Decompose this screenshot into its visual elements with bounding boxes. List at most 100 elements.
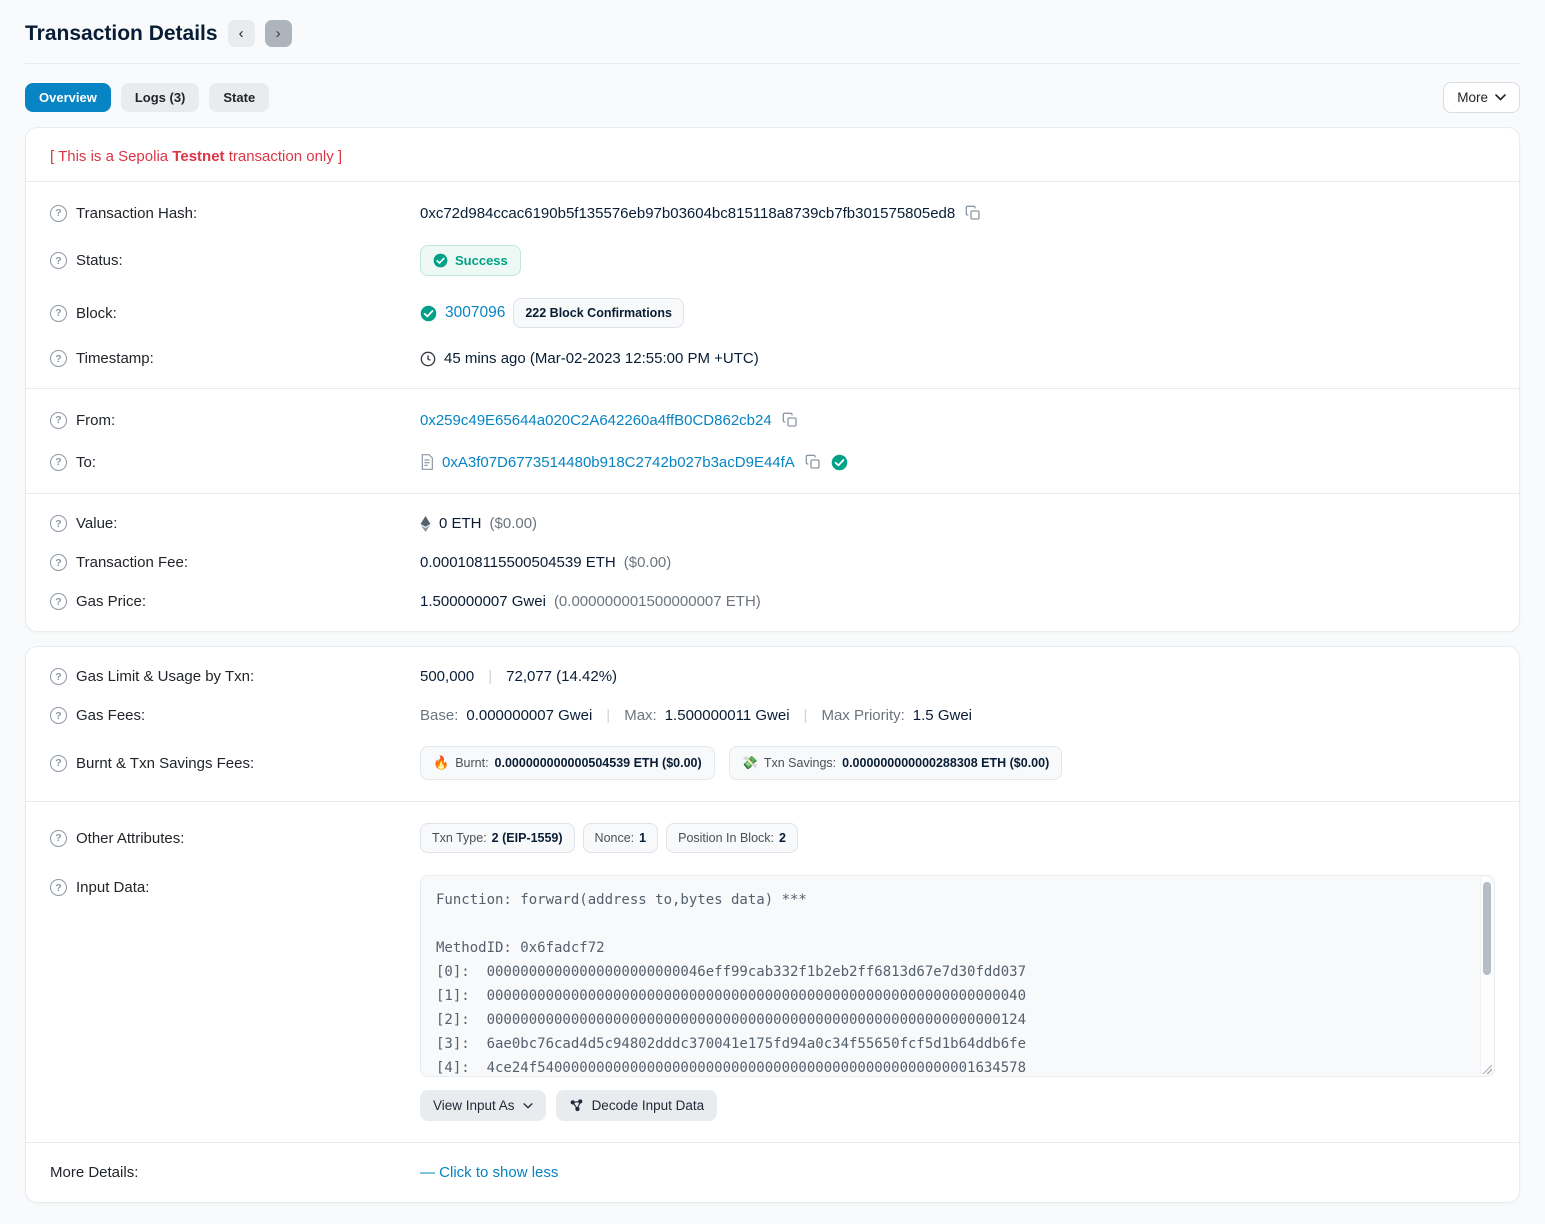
value-label: Value: [76, 515, 117, 532]
txn-type-badge: Txn Type: 2 (EIP-1559) [420, 823, 575, 853]
to-address-link[interactable]: 0xA3f07D6773514480b918C2742b027b3acD9E44… [442, 454, 795, 471]
burnt-fee-badge: 🔥 Burnt: 0.000000000000504539 ETH ($0.00… [420, 746, 715, 780]
nonce-label: Nonce: [595, 831, 635, 845]
burnt-savings-label: Burnt & Txn Savings Fees: [76, 755, 254, 772]
transaction-details-page: Transaction Details ‹ › Overview Logs (3… [0, 0, 1545, 1203]
value-usd: ($0.00) [490, 515, 538, 532]
help-icon: ? [50, 412, 67, 429]
burnt-label: Burnt: [455, 756, 488, 770]
tab-overview[interactable]: Overview [25, 83, 111, 112]
burnt-value: 0.000000000000504539 ETH ($0.00) [495, 756, 702, 770]
warning-suffix: transaction only ] [225, 148, 343, 165]
from-label: From: [76, 412, 115, 429]
previous-transaction-button[interactable]: ‹ [228, 20, 255, 47]
position-in-block-label: Position In Block: [678, 831, 774, 845]
tab-state[interactable]: State [209, 83, 269, 112]
input-data-text: Function: forward(address to,bytes data)… [436, 888, 1468, 1077]
chevron-down-icon [523, 1103, 533, 1109]
block-confirmations-label: 222 Block Confirmations [525, 306, 672, 320]
check-circle-icon [433, 253, 448, 268]
resize-grip[interactable] [1481, 1063, 1492, 1074]
help-icon: ? [50, 593, 67, 610]
row-gas-limit: ?Gas Limit & Usage by Txn: 500,000 | 72,… [26, 657, 1519, 696]
nonce-badge: Nonce: 1 [583, 823, 659, 853]
input-data-buttons: View Input As Decode Input Data [420, 1090, 1495, 1121]
row-value: ? Value: 0 ETH ($0.00) [26, 504, 1519, 543]
position-in-block-value: 2 [779, 831, 786, 845]
show-less-link[interactable]: — Click to show less [420, 1164, 558, 1181]
section-from-to: ? From: 0x259c49E65644a020C2A642260a4ffB0… [26, 389, 1519, 493]
fire-icon: 🔥 [433, 755, 449, 771]
copy-to-address-button[interactable] [803, 452, 823, 472]
separator: | [600, 707, 616, 724]
transaction-fee-label: Transaction Fee: [76, 554, 188, 571]
input-data-scrollbar[interactable] [1480, 877, 1493, 1075]
copy-icon [805, 454, 821, 470]
max-priority-fee-label: Max Priority: [821, 707, 904, 724]
tab-logs[interactable]: Logs (3) [121, 83, 200, 112]
help-icon: ? [50, 755, 67, 772]
from-address-link[interactable]: 0x259c49E65644a020C2A642260a4ffB0CD862cb… [420, 412, 772, 429]
chevron-down-icon [1495, 94, 1506, 101]
value-amount: 0 ETH [439, 515, 482, 532]
copy-icon [782, 412, 798, 428]
copy-from-address-button[interactable] [780, 410, 800, 430]
help-icon: ? [50, 252, 67, 269]
row-gas-price: ?Gas Price: 1.500000007 Gwei (0.00000000… [26, 582, 1519, 621]
row-transaction-fee: ? Transaction Fee: 0.000108115500504539 E… [26, 543, 1519, 582]
block-number-link[interactable]: 3007096 [445, 304, 505, 322]
transaction-hash-value: 0xc72d984ccac6190b5f135576eb97b03604bc81… [420, 205, 955, 222]
tabs: Overview Logs (3) State [25, 83, 269, 112]
max-fee-value: 1.500000011 Gwei [665, 707, 790, 724]
copy-transaction-hash-button[interactable] [963, 203, 983, 223]
more-button[interactable]: More [1443, 82, 1520, 113]
decode-nodes-icon [569, 1098, 584, 1113]
more-details-label: More Details: [50, 1164, 420, 1181]
row-input-data: ?Input Data: Function: forward(address t… [26, 864, 1519, 1132]
transaction-hash-label: Transaction Hash: [76, 205, 197, 222]
check-circle-icon [420, 305, 437, 322]
txn-type-value: 2 (EIP-1559) [492, 831, 563, 845]
transaction-fee-amount: 0.000108115500504539 ETH [420, 554, 616, 571]
warning-prefix: [ This is a Sepolia [50, 148, 172, 165]
base-fee-value: 0.000000007 Gwei [466, 707, 592, 724]
txn-savings-value: 0.000000000000288308 ETH ($0.00) [842, 756, 1049, 770]
row-more-details: More Details: — Click to show less [26, 1153, 1519, 1192]
chevron-left-icon: ‹ [239, 25, 244, 42]
chevron-right-icon: › [276, 25, 281, 42]
ethereum-icon [420, 516, 431, 532]
txn-savings-label: Txn Savings: [764, 756, 836, 770]
warning-bold: Testnet [172, 148, 224, 165]
block-confirmations-badge: 222 Block Confirmations [513, 298, 684, 328]
status-badge: Success [420, 245, 521, 276]
timestamp-label: Timestamp: [76, 350, 154, 367]
input-data-textarea[interactable]: Function: forward(address to,bytes data)… [420, 875, 1495, 1077]
testnet-warning: [ This is a Sepolia Testnet transaction … [26, 128, 1519, 181]
decode-input-data-button[interactable]: Decode Input Data [556, 1090, 718, 1121]
row-other-attributes: ?Other Attributes: Txn Type: 2 (EIP-1559… [26, 812, 1519, 864]
help-icon: ? [50, 454, 67, 471]
view-input-as-label: View Input As [433, 1098, 515, 1113]
section-gas: ?Gas Limit & Usage by Txn: 500,000 | 72,… [26, 647, 1519, 801]
help-icon: ? [50, 707, 67, 724]
block-label: Block: [76, 305, 117, 322]
contract-file-icon [420, 454, 434, 470]
page-title: Transaction Details [25, 22, 218, 46]
help-icon: ? [50, 515, 67, 532]
row-timestamp: ?Timestamp: 45 mins ago (Mar-02-2023 12:… [26, 339, 1519, 378]
next-transaction-button[interactable]: › [265, 20, 292, 47]
more-button-label: More [1457, 90, 1488, 105]
row-transaction-hash: ?Transaction Hash: 0xc72d984ccac6190b5f1… [26, 192, 1519, 234]
money-wings-icon: 💸 [742, 755, 758, 771]
gas-used-value: 72,077 (14.42%) [506, 668, 617, 685]
status-badge-label: Success [455, 253, 508, 268]
position-in-block-badge: Position In Block: 2 [666, 823, 798, 853]
to-label: To: [76, 454, 96, 471]
view-input-as-button[interactable]: View Input As [420, 1090, 546, 1121]
gas-price-amount: 1.500000007 Gwei [420, 593, 546, 610]
help-icon: ? [50, 554, 67, 571]
scrollbar-thumb[interactable] [1483, 882, 1491, 975]
row-to: ? To: 0xA3f07D6773514480b918C2742b027b3ac… [26, 441, 1519, 483]
row-from: ? From: 0x259c49E65644a020C2A642260a4ffB0… [26, 399, 1519, 441]
txn-savings-badge: 💸 Txn Savings: 0.000000000000288308 ETH … [729, 746, 1063, 780]
